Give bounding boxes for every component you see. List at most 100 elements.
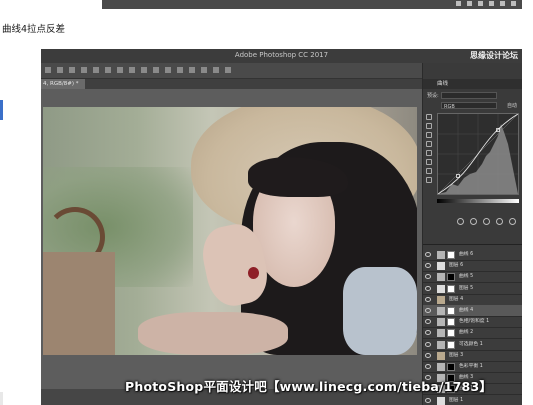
layer-thumbnail[interactable] xyxy=(437,284,445,293)
option-icon[interactable] xyxy=(105,67,111,73)
layer-mask-thumbnail[interactable] xyxy=(447,329,455,338)
adjustment-thumbnail[interactable] xyxy=(437,363,445,371)
eyedropper-gray-icon[interactable] xyxy=(426,132,432,138)
layer-row[interactable]: 曲线 2 xyxy=(423,327,522,340)
option-icon[interactable] xyxy=(213,67,219,73)
properties-footer-icons xyxy=(437,218,519,228)
layer-row[interactable]: 色相/饱和度 1 xyxy=(423,316,522,329)
eyedropper-white-icon[interactable] xyxy=(426,141,432,147)
photo-canvas[interactable] xyxy=(43,107,417,355)
channel-select[interactable]: RGB xyxy=(441,102,497,110)
reset-icon[interactable] xyxy=(483,218,490,225)
adjustment-thumbnail[interactable] xyxy=(437,251,445,259)
eye-icon[interactable] xyxy=(425,285,431,291)
target-adjust-icon[interactable] xyxy=(426,114,432,120)
layer-row[interactable]: 曲线 5 xyxy=(423,271,522,284)
smooth-icon[interactable] xyxy=(426,168,432,174)
trash-icon[interactable] xyxy=(509,218,516,225)
layer-name: 曲线 6 xyxy=(459,252,474,257)
layer-name: 图层 3 xyxy=(449,352,464,358)
option-icon[interactable] xyxy=(69,67,75,73)
adjustment-thumbnail[interactable] xyxy=(437,329,445,338)
option-icon[interactable] xyxy=(153,67,159,73)
layer-row[interactable]: 可选颜色 1 xyxy=(423,339,522,351)
layer-thumbnail[interactable] xyxy=(437,351,445,360)
adjustment-thumbnail[interactable] xyxy=(437,318,445,327)
layer-row[interactable]: 图层 1 xyxy=(423,395,522,405)
layer-row[interactable]: 图层 3 xyxy=(423,350,522,362)
tab-strip xyxy=(85,79,422,89)
layer-mask-thumbnail[interactable] xyxy=(447,340,455,349)
eye-icon[interactable] xyxy=(425,308,431,313)
tool-preset-icon[interactable] xyxy=(45,67,51,73)
eyedropper-black-icon[interactable] xyxy=(426,123,432,129)
option-icon[interactable] xyxy=(129,67,135,73)
document-tab[interactable]: 4, RGB/8#) * xyxy=(41,79,85,89)
eye-icon[interactable] xyxy=(425,319,431,325)
eye-icon[interactable] xyxy=(425,364,431,369)
eye-icon[interactable] xyxy=(425,330,431,336)
option-icon[interactable] xyxy=(57,67,63,73)
visibility-icon[interactable] xyxy=(496,218,503,225)
layer-row[interactable]: 图层 4 xyxy=(423,294,522,306)
view-previous-icon[interactable] xyxy=(470,218,477,225)
curves-graph[interactable] xyxy=(437,113,519,195)
pencil-icon[interactable] xyxy=(426,159,432,165)
layer-name: 色相/饱和度 1 xyxy=(459,319,490,325)
eye-icon[interactable] xyxy=(425,352,431,358)
cherry xyxy=(248,267,259,279)
eye-icon[interactable] xyxy=(425,296,431,302)
clip-warning-icon[interactable] xyxy=(426,177,432,183)
option-icon[interactable] xyxy=(189,67,195,73)
option-icon[interactable] xyxy=(81,67,87,73)
layer-mask-thumbnail[interactable] xyxy=(447,273,455,282)
layer-mask-thumbnail[interactable] xyxy=(447,363,455,371)
panel-icons-strip xyxy=(456,1,516,6)
eye-icon[interactable] xyxy=(425,263,431,269)
layer-mask-thumbnail[interactable] xyxy=(447,318,455,327)
layer-mask-thumbnail[interactable] xyxy=(447,284,455,293)
adjustment-thumbnail[interactable] xyxy=(437,307,445,315)
layer-row[interactable]: 曲线 4 xyxy=(423,305,522,317)
layer-name: 图层 6 xyxy=(449,263,464,269)
adjustment-thumbnail[interactable] xyxy=(437,273,445,282)
title-bar: Adobe Photoshop CC 2017 思缘设计论坛 xyxy=(41,49,522,63)
layer-row[interactable]: 图层 5 xyxy=(423,283,522,295)
layer-mask-thumbnail[interactable] xyxy=(447,307,455,315)
adjustment-thumbnail[interactable] xyxy=(437,340,445,349)
option-icon[interactable] xyxy=(117,67,123,73)
option-icon[interactable] xyxy=(177,67,183,73)
option-icon[interactable] xyxy=(165,67,171,73)
photoshop-window: Adobe Photoshop CC 2017 思缘设计论坛 4, RGB/8#… xyxy=(41,49,522,405)
layer-name: 曲线 4 xyxy=(459,308,474,313)
layer-name: 图层 5 xyxy=(459,285,474,291)
layer-mask-thumbnail[interactable] xyxy=(447,251,455,259)
properties-header: 曲线 xyxy=(423,79,522,89)
option-icon[interactable] xyxy=(201,67,207,73)
layer-row[interactable]: 图层 6 xyxy=(423,260,522,273)
clip-to-layer-icon[interactable] xyxy=(457,218,464,225)
eye-icon[interactable] xyxy=(425,274,431,280)
option-icon[interactable] xyxy=(225,67,231,73)
eye-icon[interactable] xyxy=(425,252,431,257)
preset-select[interactable] xyxy=(441,92,497,99)
curve-point-icon[interactable] xyxy=(426,150,432,156)
footer-watermark: PhotoShop平面设计吧【www.linecg.com/tieba/1783… xyxy=(125,379,493,394)
layer-thumbnail[interactable] xyxy=(437,396,445,405)
brand-watermark-text: 思缘设计论坛 xyxy=(470,51,518,60)
layer-name: 色彩平衡 1 xyxy=(459,364,483,369)
layer-row[interactable]: 色彩平衡 1 xyxy=(423,361,522,373)
previous-screenshot-fragment xyxy=(102,0,522,9)
option-icon[interactable] xyxy=(93,67,99,73)
eye-icon[interactable] xyxy=(425,397,431,403)
eye-icon[interactable] xyxy=(425,341,431,347)
brand-watermark: 思缘设计论坛 xyxy=(470,50,518,61)
layer-row[interactable]: 曲线 6 xyxy=(423,249,522,261)
curves-histogram xyxy=(438,114,518,194)
canvas-area[interactable] xyxy=(41,89,422,405)
left-edge-marker xyxy=(0,100,3,120)
layer-thumbnail[interactable] xyxy=(437,262,445,271)
layer-thumbnail[interactable] xyxy=(437,295,445,304)
option-icon[interactable] xyxy=(141,67,147,73)
auto-button[interactable]: 自动 xyxy=(507,102,517,110)
